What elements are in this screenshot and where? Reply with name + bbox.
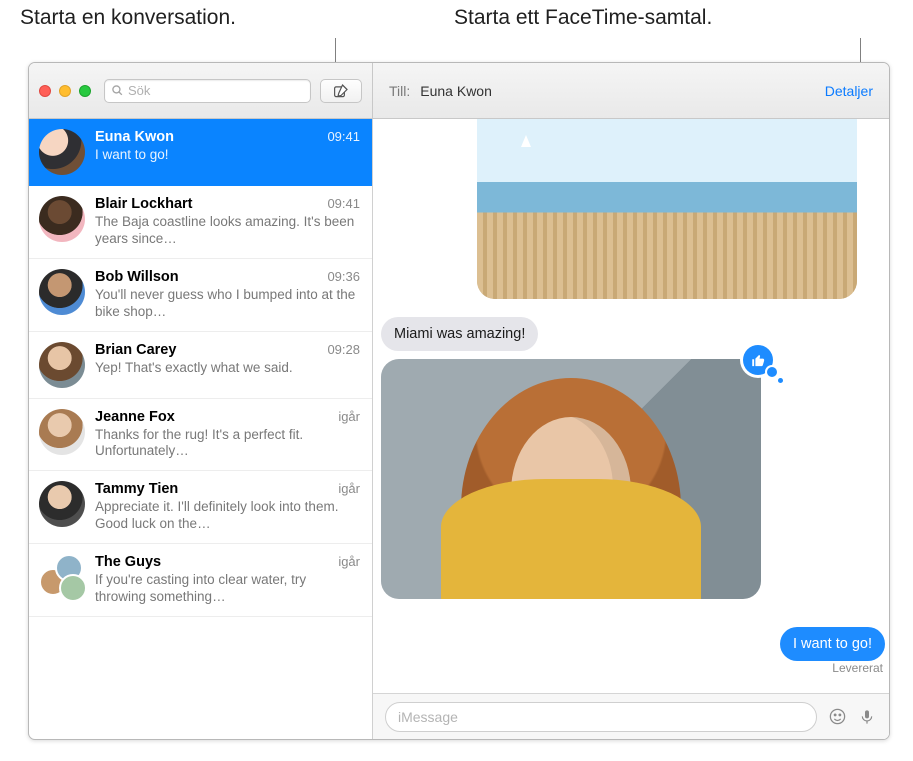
conversation-preview: I want to go! bbox=[95, 147, 360, 164]
conversation-preview: If you're casting into clear water, try … bbox=[95, 572, 360, 606]
to-label: Till: bbox=[389, 83, 410, 99]
conversation-name: Tammy Tien bbox=[95, 481, 178, 497]
callout-facetime: Starta ett FaceTime-samtal. bbox=[454, 6, 712, 30]
conversation-time: igår bbox=[338, 409, 360, 424]
conversation-preview: Appreciate it. I'll definitely look into… bbox=[95, 499, 360, 533]
avatar bbox=[39, 481, 85, 527]
conversation-name: Jeanne Fox bbox=[95, 409, 175, 425]
search-placeholder: Sök bbox=[128, 83, 150, 98]
avatar bbox=[39, 554, 85, 600]
audio-message-button[interactable] bbox=[857, 707, 877, 727]
conversation-name: Bob Willson bbox=[95, 269, 179, 285]
details-button[interactable]: Detaljer bbox=[825, 83, 873, 99]
conversation-preview: Yep! That's exactly what we said. bbox=[95, 360, 360, 377]
incoming-image-message[interactable] bbox=[477, 119, 857, 299]
conversation-row[interactable]: Brian Carey 09:28 Yep! That's exactly what… bbox=[29, 332, 372, 399]
window-zoom-button[interactable] bbox=[79, 85, 91, 97]
avatar bbox=[39, 269, 85, 315]
message-transcript[interactable]: Miami was amazing! bbox=[373, 119, 889, 693]
callout-new-conversation: Starta en konversation. bbox=[20, 6, 236, 30]
message-input-placeholder: iMessage bbox=[398, 709, 458, 725]
conversation-time: 09:28 bbox=[327, 342, 360, 357]
avatar bbox=[39, 129, 85, 175]
tapback-thumbs-up[interactable] bbox=[743, 345, 773, 375]
conversation-time: 09:41 bbox=[327, 129, 360, 144]
conversation-time: igår bbox=[338, 554, 360, 569]
incoming-image-message-2[interactable] bbox=[381, 359, 761, 599]
search-icon bbox=[111, 84, 124, 97]
avatar bbox=[39, 342, 85, 388]
conversation-pane: Miami was amazing! bbox=[373, 119, 889, 739]
search-input[interactable]: Sök bbox=[104, 79, 311, 103]
messages-window: Sök Till: Euna Kwon Detaljer Euna Kwon 09… bbox=[28, 62, 890, 740]
conversation-name: Euna Kwon bbox=[95, 129, 174, 145]
recipient-name[interactable]: Euna Kwon bbox=[420, 83, 492, 99]
window-close-button[interactable] bbox=[39, 85, 51, 97]
delivery-status: Levererat bbox=[832, 661, 883, 675]
compose-icon bbox=[332, 82, 350, 100]
conversation-name: The Guys bbox=[95, 554, 161, 570]
message-composer: iMessage bbox=[373, 693, 889, 739]
incoming-text-message[interactable]: Miami was amazing! bbox=[381, 317, 538, 351]
avatar bbox=[39, 196, 85, 242]
conversation-row[interactable]: Jeanne Fox igår Thanks for the rug! It's a… bbox=[29, 399, 372, 472]
conversation-sidebar: Euna Kwon 09:41 I want to go! Blair Lockhar… bbox=[29, 119, 373, 739]
thumbs-up-icon bbox=[751, 353, 766, 368]
compose-button[interactable] bbox=[320, 79, 362, 103]
outgoing-text-message[interactable]: I want to go! bbox=[780, 627, 885, 661]
avatar bbox=[39, 409, 85, 455]
emoji-button[interactable] bbox=[827, 707, 847, 727]
smiley-icon bbox=[828, 707, 847, 726]
window-titlebar: Sök Till: Euna Kwon Detaljer bbox=[29, 63, 889, 119]
annotation-layer: Starta en konversation. Starta ett FaceT… bbox=[0, 0, 913, 70]
conversation-time: igår bbox=[338, 481, 360, 496]
conversation-row[interactable]: Bob Willson 09:36 You'll never guess who I… bbox=[29, 259, 372, 332]
conversation-time: 09:41 bbox=[327, 196, 360, 211]
conversation-preview: The Baja coastline looks amazing. It's b… bbox=[95, 214, 360, 248]
message-input[interactable]: iMessage bbox=[385, 702, 817, 732]
conversation-preview: Thanks for the rug! It's a perfect fit. … bbox=[95, 427, 360, 461]
window-minimize-button[interactable] bbox=[59, 85, 71, 97]
conversation-name: Brian Carey bbox=[95, 342, 176, 358]
conversation-time: 09:36 bbox=[327, 269, 360, 284]
conversation-preview: You'll never guess who I bumped into at … bbox=[95, 287, 360, 321]
microphone-icon bbox=[859, 707, 875, 727]
conversation-row[interactable]: Tammy Tien igår Appreciate it. I'll defini… bbox=[29, 471, 372, 544]
conversation-row[interactable]: Euna Kwon 09:41 I want to go! bbox=[29, 119, 372, 186]
conversation-row[interactable]: Blair Lockhart 09:41 The Baja coastline lo… bbox=[29, 186, 372, 259]
conversation-name: Blair Lockhart bbox=[95, 196, 193, 212]
conversation-row[interactable]: The Guys igår If you're casting into clear… bbox=[29, 544, 372, 617]
